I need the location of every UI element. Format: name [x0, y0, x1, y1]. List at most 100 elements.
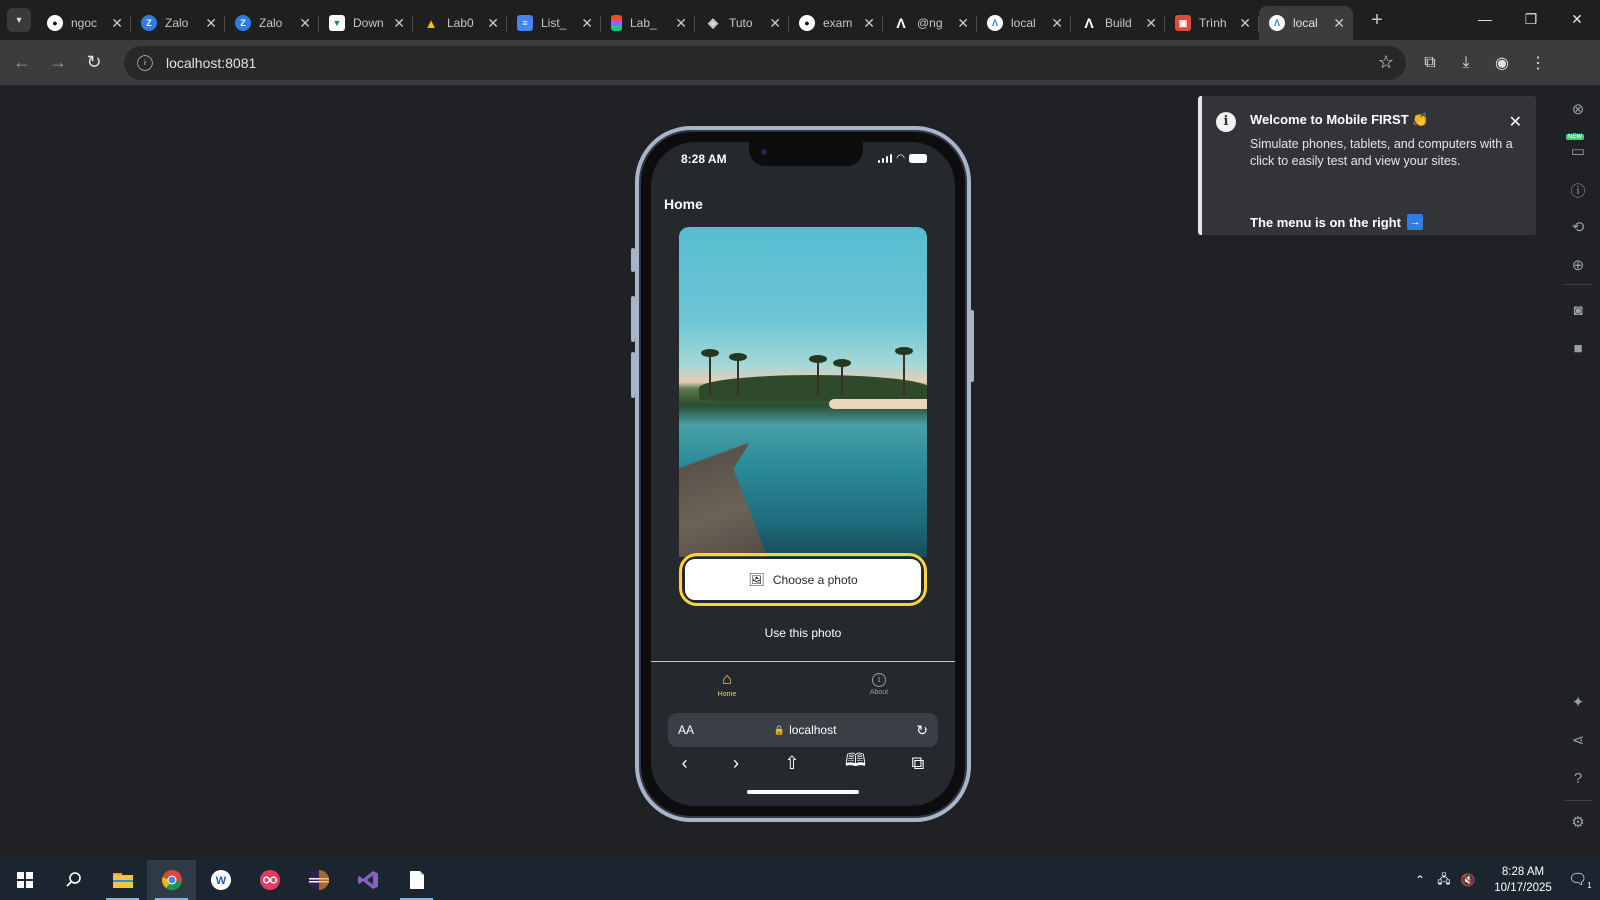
tab-close-icon[interactable]: ✕: [299, 15, 311, 32]
tab-close-icon[interactable]: ✕: [769, 15, 781, 32]
zalo-icon: Z: [235, 15, 251, 31]
new-badge: NEW: [1566, 134, 1584, 140]
safari-forward-icon[interactable]: ›: [733, 753, 739, 774]
share-icon[interactable]: ⇧: [784, 753, 799, 774]
restore-icon[interactable]: ❐: [1508, 0, 1554, 38]
file-explorer-button[interactable]: [98, 860, 147, 900]
text-size-button[interactable]: AA: [678, 723, 694, 737]
tab-home[interactable]: ⌂ Home: [651, 662, 803, 707]
windows-taskbar: W ⌃ 🖧 🔇 8:28 AM 10/17/2025 🗨1: [0, 860, 1600, 900]
tab-title: local: [1011, 16, 1036, 30]
safari-reload-icon[interactable]: ↻: [916, 722, 928, 739]
notification-icon[interactable]: 🗨1: [1560, 870, 1600, 890]
choose-photo-button[interactable]: 🖼 Choose a photo: [685, 559, 921, 600]
share-icon[interactable]: ⋖: [1568, 730, 1588, 750]
safari-back-icon[interactable]: ‹: [682, 753, 688, 774]
tab-search-button[interactable]: ▾: [7, 8, 31, 32]
use-photo-button[interactable]: Use this photo: [651, 626, 955, 640]
app-w-button[interactable]: W: [196, 860, 245, 900]
palm-tree: [841, 365, 843, 395]
tab-close-icon[interactable]: ✕: [675, 15, 687, 32]
reload-icon[interactable]: ↻: [76, 45, 112, 81]
profile-icon[interactable]: ◉: [1484, 45, 1520, 81]
tab-close-icon[interactable]: ✕: [205, 15, 217, 32]
bookmarks-icon[interactable]: 🕮: [845, 748, 866, 778]
minimize-icon[interactable]: —: [1462, 0, 1508, 38]
tab[interactable]: ● ngoc ✕: [37, 6, 131, 40]
tab[interactable]: Z Zalo ✕: [225, 6, 319, 40]
tab-active[interactable]: Λ local ✕: [1259, 6, 1353, 40]
tab[interactable]: ▲ Lab0 ✕: [413, 6, 507, 40]
tab-close-icon[interactable]: ✕: [487, 15, 499, 32]
tab-close-icon[interactable]: ✕: [863, 15, 875, 32]
camera-icon: [761, 149, 767, 155]
address-bar[interactable]: i localhost:8081 ☆: [124, 45, 1406, 80]
app-oo-button[interactable]: [245, 860, 294, 900]
screenshot-camera-icon[interactable]: ◙: [1568, 300, 1588, 320]
tab-title: @ng: [917, 16, 943, 30]
tab[interactable]: Λ local ✕: [977, 6, 1071, 40]
safari-address-bar[interactable]: AA 🔒 localhost ↻: [668, 713, 938, 747]
tab-about[interactable]: i About: [803, 662, 955, 707]
tab-close-icon[interactable]: ✕: [111, 15, 123, 32]
notification-count: 1: [1587, 881, 1592, 890]
tabs-icon[interactable]: ⧉: [911, 753, 924, 774]
tab-close-icon[interactable]: ✕: [1051, 15, 1063, 32]
url-text[interactable]: localhost:8081: [166, 55, 256, 71]
search-button[interactable]: [49, 860, 98, 900]
network-icon[interactable]: 🖧: [1432, 870, 1456, 891]
tab-title: Zalo: [259, 16, 283, 30]
app-icon: Λ: [1269, 15, 1285, 31]
window-controls: — ❐ ✕: [1462, 0, 1600, 38]
rotate-icon[interactable]: ⟲: [1568, 217, 1588, 237]
tab[interactable]: ▣ Trình ✕: [1165, 6, 1259, 40]
zoom-icon[interactable]: ⊕: [1568, 255, 1588, 275]
search-icon: [65, 872, 81, 887]
back-icon[interactable]: ←: [4, 45, 40, 81]
tab[interactable]: ● exam ✕: [789, 6, 883, 40]
tab-close-icon[interactable]: ✕: [1333, 15, 1345, 32]
phone-frame: 8:28 AM ◠ Home 🖼 Choose a photo Use this…: [635, 126, 971, 822]
tab[interactable]: Λ Build ✕: [1071, 6, 1165, 40]
forward-icon[interactable]: →: [40, 45, 76, 81]
new-tab-button[interactable]: +: [1363, 9, 1391, 32]
speaker-muted-icon[interactable]: 🔇: [1456, 873, 1480, 887]
close-circle-icon[interactable]: ⊗: [1568, 99, 1588, 119]
phone-notch: [749, 142, 863, 166]
system-clock[interactable]: 8:28 AM 10/17/2025: [1486, 864, 1560, 896]
eclipse-button[interactable]: [294, 860, 343, 900]
chevron-up-icon[interactable]: ⌃: [1408, 873, 1432, 887]
close-window-icon[interactable]: ✕: [1554, 0, 1600, 38]
chrome-button[interactable]: [147, 860, 196, 900]
extensions-icon[interactable]: ⧉: [1412, 45, 1448, 81]
tab[interactable]: ≡ List_ ✕: [507, 6, 601, 40]
tab-close-icon[interactable]: ✕: [581, 15, 593, 32]
tab-close-icon[interactable]: ✕: [1145, 15, 1157, 32]
info-icon[interactable]: ⓘ: [1568, 180, 1588, 200]
site-info-icon[interactable]: i: [137, 54, 153, 71]
close-icon[interactable]: ✕: [1509, 112, 1522, 132]
bookmark-star-icon[interactable]: ☆: [1378, 52, 1394, 73]
help-icon[interactable]: ?: [1568, 768, 1588, 788]
puzzle-icon[interactable]: ✦: [1568, 692, 1588, 712]
tab-close-icon[interactable]: ✕: [393, 15, 405, 32]
start-button[interactable]: [0, 860, 49, 900]
safari-nav-bar: ‹ › ⇧ 🕮 ⧉: [651, 748, 955, 778]
download-icon[interactable]: ⤓: [1448, 45, 1484, 81]
tab-close-icon[interactable]: ✕: [957, 15, 969, 32]
menu-icon[interactable]: ⋮: [1520, 45, 1556, 81]
settings-gear-icon[interactable]: ⚙: [1568, 812, 1588, 832]
visual-studio-button[interactable]: [343, 860, 392, 900]
tab[interactable]: Lab_ ✕: [601, 6, 695, 40]
app-oo-icon: [259, 870, 280, 890]
tab[interactable]: ▼ Down ✕: [319, 6, 413, 40]
tab[interactable]: Z Zalo ✕: [131, 6, 225, 40]
devices-icon[interactable]: ▭: [1568, 141, 1588, 161]
notepad-button[interactable]: [392, 860, 441, 900]
safari-url[interactable]: 🔒 localhost: [774, 723, 837, 737]
tab[interactable]: Λ @ng ✕: [883, 6, 977, 40]
tab-close-icon[interactable]: ✕: [1239, 15, 1251, 32]
tab[interactable]: ◈ Tuto ✕: [695, 6, 789, 40]
video-camera-icon[interactable]: ■: [1568, 338, 1588, 358]
page-title: Home: [664, 196, 703, 212]
